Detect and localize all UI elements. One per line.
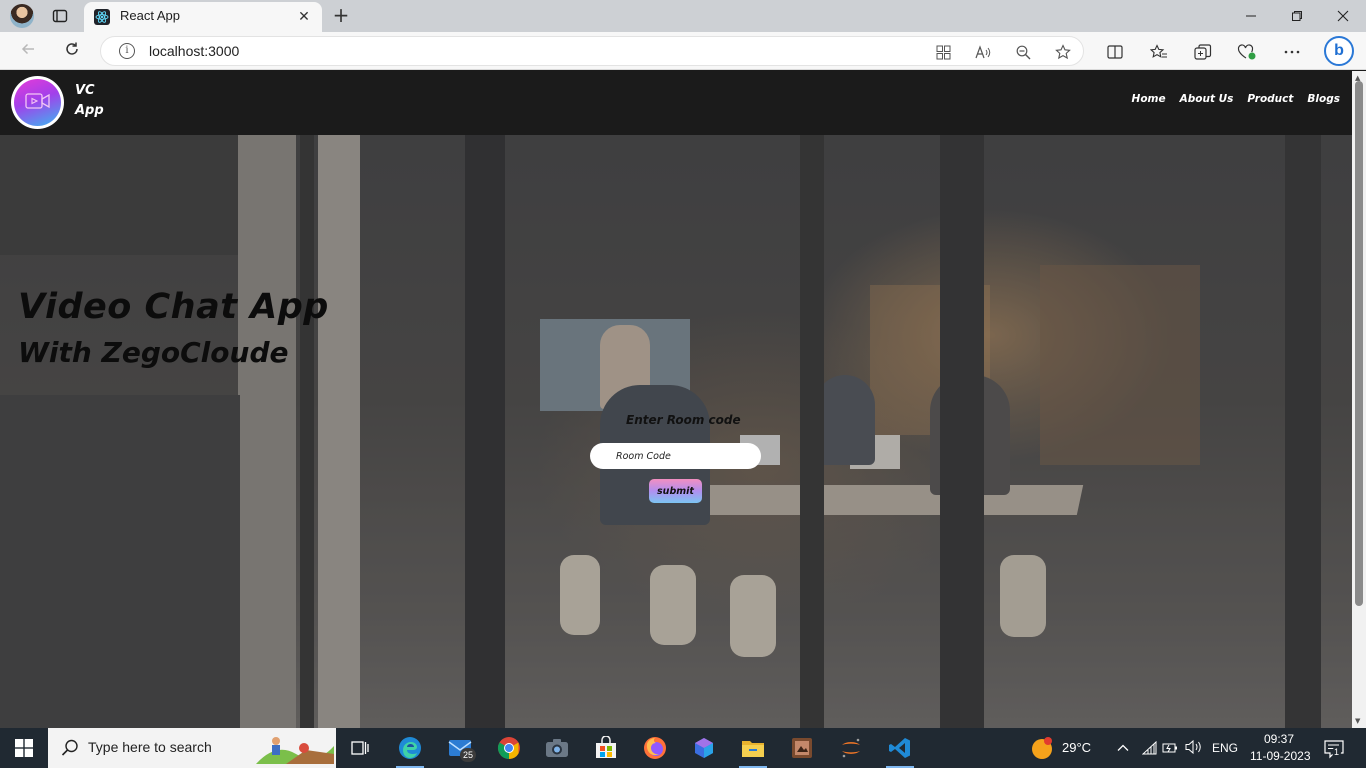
read-aloud-icon[interactable]	[973, 42, 993, 62]
room-code-label: Enter Room code	[626, 413, 741, 427]
refresh-button[interactable]	[60, 39, 84, 63]
mail-badge: 25	[460, 748, 476, 762]
search-highlight-image	[256, 732, 334, 764]
input-language[interactable]: ENG	[1212, 741, 1238, 755]
more-icon[interactable]	[1281, 41, 1303, 63]
taskbar-search-box[interactable]: Type here to search	[48, 728, 336, 768]
windows-taskbar: Type here to search 25 29°C ENG 09:37 11…	[0, 728, 1366, 768]
headline-title: Video Chat App	[18, 287, 329, 327]
main-menu: Home About Us Product Blogs	[1132, 93, 1340, 105]
camera-icon[interactable]	[541, 732, 573, 764]
task-view-icon[interactable]	[344, 732, 376, 764]
split-screen-icon[interactable]	[1104, 41, 1126, 63]
windows-start-icon[interactable]	[0, 728, 48, 768]
wifi-icon[interactable]	[1141, 740, 1158, 759]
nav-link-blogs[interactable]: Blogs	[1307, 93, 1340, 105]
favorites-icon[interactable]	[1148, 41, 1170, 63]
tab-actions-icon[interactable]	[50, 6, 70, 26]
tab-close-button[interactable]: ✕	[294, 7, 314, 27]
notification-count: 1	[1332, 747, 1342, 757]
room-code-input[interactable]	[590, 443, 761, 469]
video-camera-icon	[24, 91, 52, 115]
notification-icon[interactable]: 1	[1323, 738, 1345, 764]
file-explorer-icon[interactable]	[737, 732, 769, 768]
favorite-star-icon[interactable]	[1053, 42, 1073, 62]
react-icon	[94, 9, 110, 25]
chevron-up-icon[interactable]	[1116, 740, 1130, 759]
scroll-thumb[interactable]	[1355, 81, 1363, 606]
profile-avatar[interactable]	[10, 4, 34, 28]
clock-time[interactable]: 09:37	[1264, 732, 1294, 746]
collections-icon[interactable]	[1192, 41, 1214, 63]
nav-link-product[interactable]: Product	[1247, 93, 1293, 105]
back-button[interactable]	[16, 39, 40, 63]
battery-icon[interactable]	[1162, 740, 1180, 759]
address-bar[interactable]: i localhost:3000	[100, 36, 1084, 66]
store-icon[interactable]	[590, 732, 622, 764]
browser-essentials-icon[interactable]	[1236, 41, 1258, 63]
clock-date[interactable]: 11-09-2023	[1250, 749, 1311, 763]
browser-tab-strip: React App ✕ +	[0, 0, 1366, 32]
mail-icon[interactable]: 25	[444, 732, 476, 764]
refresh-icon	[64, 41, 80, 61]
hero-headline: Video Chat App With ZegoCloude	[18, 283, 329, 373]
jupyter-icon[interactable]	[835, 732, 867, 764]
paint-icon[interactable]	[786, 732, 818, 764]
firefox-icon[interactable]	[639, 732, 671, 764]
page-viewport: VC App Home About Us Product Blogs Video…	[0, 71, 1352, 728]
hero-section: Video Chat App With ZegoCloude Enter Roo…	[0, 135, 1352, 728]
search-icon	[60, 738, 80, 758]
back-arrow-icon	[20, 41, 36, 61]
edge-icon[interactable]	[394, 732, 426, 768]
page-scrollbar[interactable]: ▲ ▼	[1352, 71, 1366, 728]
search-placeholder: Type here to search	[88, 739, 212, 755]
tab-title: React App	[120, 8, 180, 23]
weather-temperature[interactable]: 29°C	[1062, 740, 1091, 755]
browser-tab[interactable]: React App ✕	[84, 2, 322, 32]
submit-button[interactable]: submit	[649, 479, 702, 503]
nav-link-home[interactable]: Home	[1132, 93, 1166, 105]
browser-toolbar: i localhost:3000 b	[0, 32, 1366, 70]
chrome-icon[interactable]	[493, 732, 525, 764]
nav-link-about-us[interactable]: About Us	[1180, 93, 1234, 105]
weather-icon[interactable]	[1031, 736, 1055, 764]
app-navbar: VC App Home About Us Product Blogs	[0, 71, 1352, 135]
close-window-button[interactable]	[1320, 3, 1366, 29]
bing-icon[interactable]: b	[1324, 36, 1354, 66]
zoom-out-icon[interactable]	[1013, 42, 1033, 62]
copilot-icon[interactable]	[688, 732, 720, 764]
new-tab-button[interactable]: +	[330, 3, 352, 27]
restore-button[interactable]	[1274, 3, 1320, 29]
url-text[interactable]: localhost:3000	[149, 43, 239, 59]
info-icon[interactable]: i	[119, 43, 135, 59]
vscode-icon[interactable]	[884, 732, 916, 768]
app-grid-icon[interactable]	[933, 42, 953, 62]
headline-subtitle: With ZegoCloude	[18, 336, 289, 369]
scroll-down-arrow[interactable]: ▼	[1355, 717, 1360, 725]
brand-line2: App	[75, 103, 104, 118]
minimize-button[interactable]	[1228, 3, 1274, 29]
app-brand: VC App	[75, 81, 104, 121]
volume-icon[interactable]	[1185, 739, 1203, 759]
brand-line1: VC	[75, 83, 95, 98]
app-logo[interactable]	[11, 76, 64, 129]
